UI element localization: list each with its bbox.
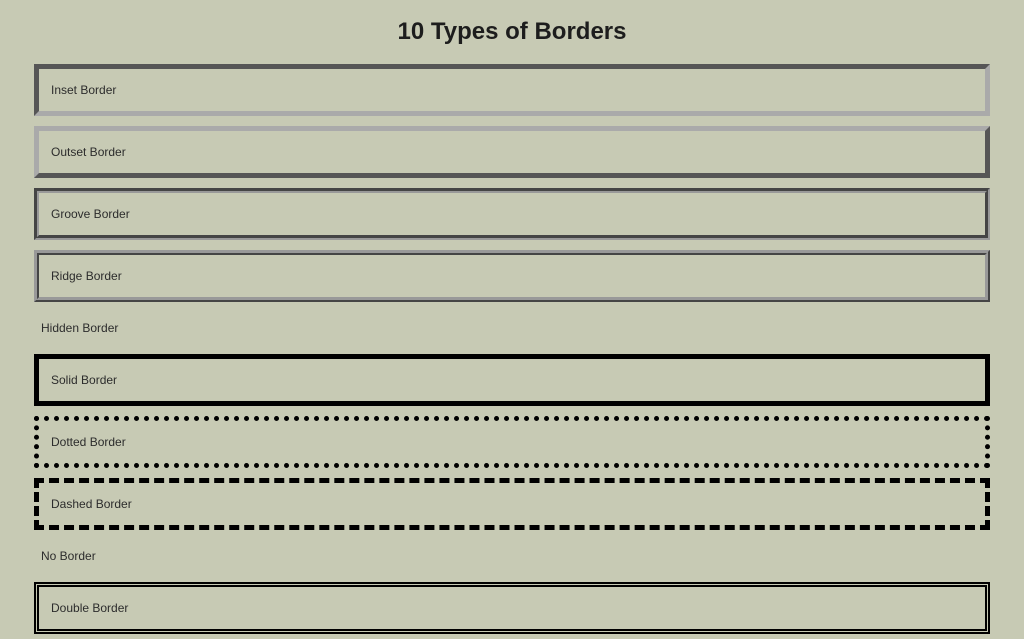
- border-example-ridge: Ridge Border: [34, 250, 990, 302]
- border-example-double: Double Border: [34, 582, 990, 634]
- border-example-hidden: Hidden Border: [34, 312, 990, 344]
- border-example-none: No Border: [34, 540, 990, 572]
- border-example-dotted: Dotted Border: [34, 416, 990, 468]
- border-example-outset: Outset Border: [34, 126, 990, 178]
- border-example-solid: Solid Border: [34, 354, 990, 406]
- border-example-inset: Inset Border: [34, 64, 990, 116]
- border-example-groove: Groove Border: [34, 188, 990, 240]
- page-title: 10 Types of Borders: [34, 18, 990, 46]
- border-example-dashed: Dashed Border: [34, 478, 990, 530]
